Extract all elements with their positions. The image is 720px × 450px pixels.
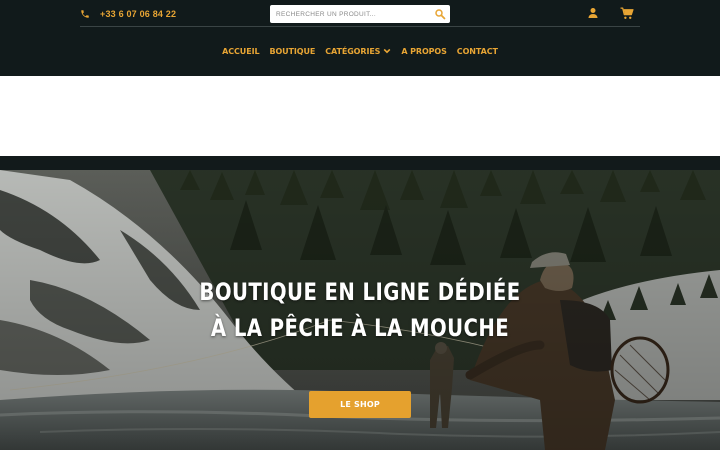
hero-title-line-2: À LA PÊCHE À LA MOUCHE <box>210 314 510 342</box>
nav-item-contact[interactable]: CONTACT <box>457 44 498 58</box>
nav-label: ACCUEIL <box>222 46 260 56</box>
hero-title: BOUTIQUE EN LIGNE DÉDIÉE À LA PÊCHE À LA… <box>65 274 655 346</box>
shop-button[interactable]: LE SHOP <box>309 391 411 418</box>
phone-icon <box>81 10 89 18</box>
phone-link[interactable]: +33 6 07 06 84 22 <box>80 6 176 22</box>
user-icon[interactable] <box>587 7 599 19</box>
hero-title-line-1: BOUTIQUE EN LIGNE DÉDIÉE <box>199 278 521 306</box>
main-nav: ACCUEIL BOUTIQUE CATÉGORIES A PROPOS CON… <box>0 44 720 58</box>
nav-item-categories[interactable]: CATÉGORIES <box>325 44 391 58</box>
nav-label: A PROPOS <box>401 46 447 56</box>
chevron-down-icon <box>383 48 391 54</box>
nav-label: CATÉGORIES <box>325 46 381 56</box>
nav-item-a-propos[interactable]: A PROPOS <box>401 44 447 58</box>
nav-label: BOUTIQUE <box>269 46 316 56</box>
top-bar: +33 6 07 06 84 22 <box>80 0 640 27</box>
hero-section: BOUTIQUE EN LIGNE DÉDIÉE À LA PÊCHE À LA… <box>0 170 720 450</box>
dark-divider <box>0 156 720 170</box>
cart-icon[interactable] <box>620 7 634 20</box>
site-header: +33 6 07 06 84 22 ACCUEIL BOUTIQUE CATÉG… <box>0 0 720 76</box>
search-input[interactable] <box>270 6 430 22</box>
nav-label: CONTACT <box>456 46 498 56</box>
spacer-band <box>0 76 720 156</box>
search-icon[interactable] <box>434 8 446 20</box>
search-bar <box>270 5 450 23</box>
phone-number: +33 6 07 06 84 22 <box>100 9 177 19</box>
nav-item-accueil[interactable]: ACCUEIL <box>222 44 259 58</box>
nav-item-boutique[interactable]: BOUTIQUE <box>269 44 315 58</box>
